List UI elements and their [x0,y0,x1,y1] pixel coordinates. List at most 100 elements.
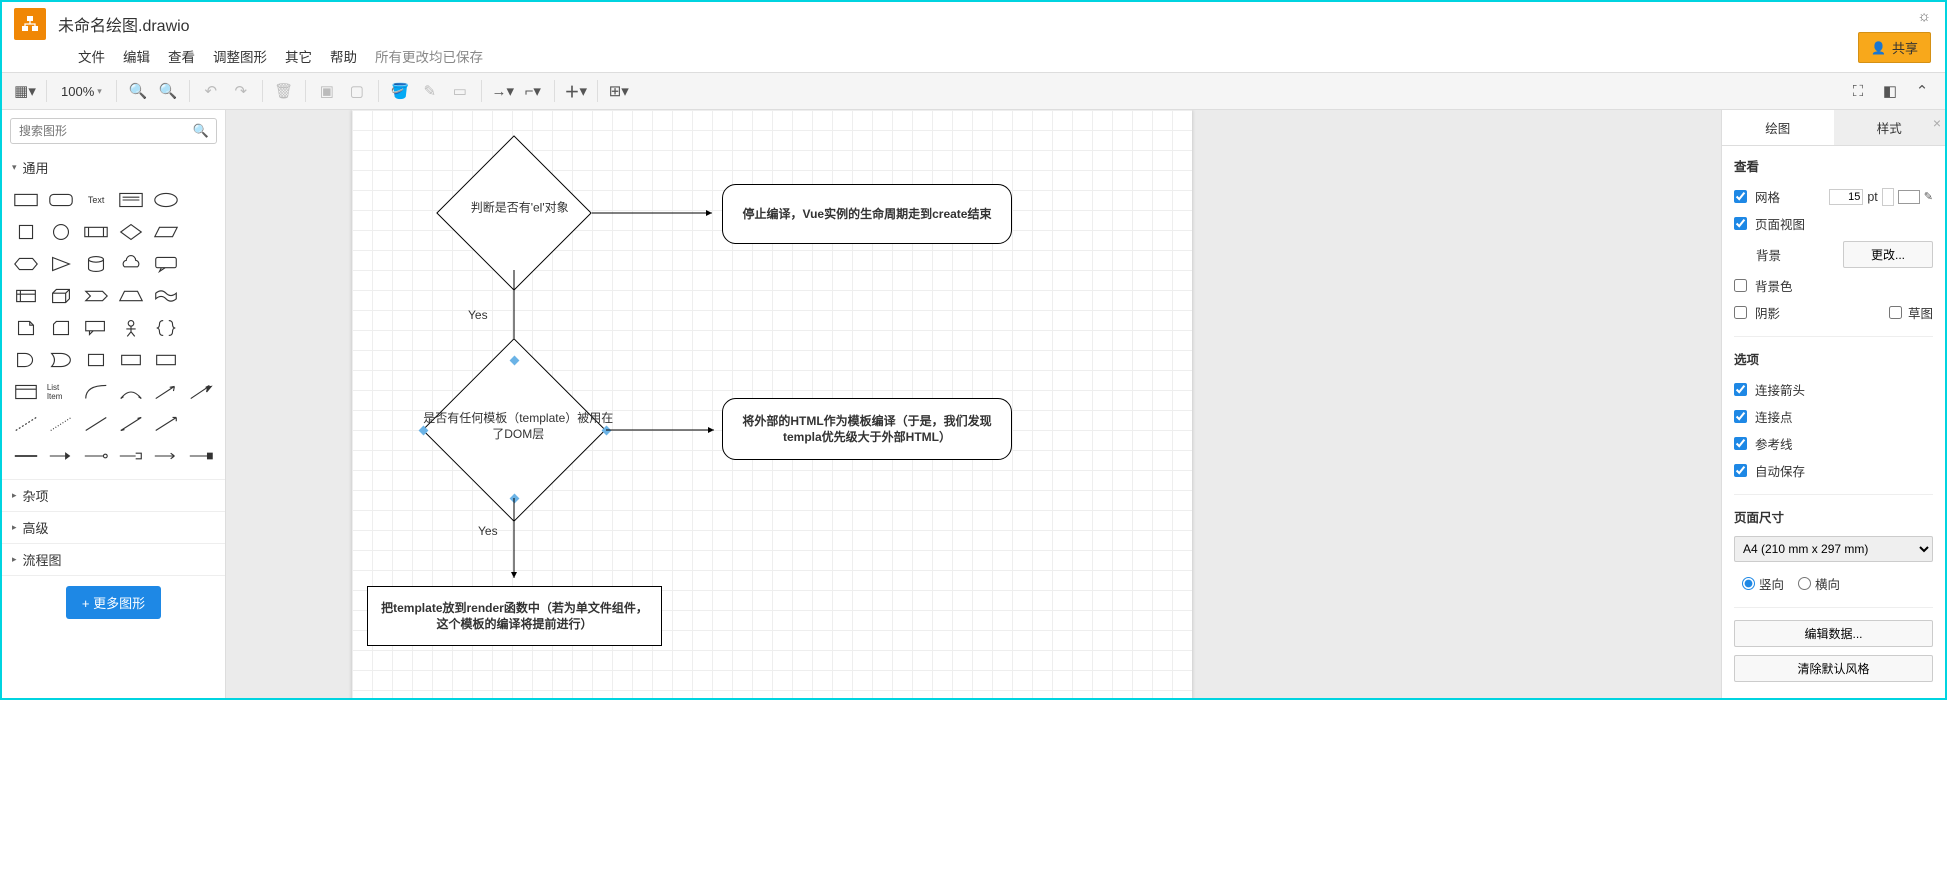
collapse-icon[interactable]: ⌃ [1909,78,1935,104]
shape-rect2[interactable] [117,347,146,373]
shape-bidir-curve[interactable] [117,379,146,405]
palette-advanced[interactable]: 高级 [2,512,225,543]
shape-diamond[interactable] [117,219,146,245]
shape-card[interactable] [47,315,76,341]
fullscreen-icon[interactable]: ⛶ [1845,78,1871,104]
shape-line[interactable] [82,411,111,437]
shape-curly[interactable] [151,315,180,341]
palette-misc[interactable]: 杂项 [2,480,225,511]
shape-conn2[interactable] [117,443,146,469]
landscape-radio[interactable] [1798,577,1811,590]
shape-conn4[interactable] [186,443,215,469]
redo-icon[interactable]: ↷ [228,78,254,104]
shape-process[interactable] [82,219,111,245]
share-button[interactable]: 共享 [1858,32,1931,63]
shape-list[interactable] [12,379,41,405]
shape-or[interactable] [47,347,76,373]
shape-blank5[interactable] [186,315,215,341]
format-panel-icon[interactable]: ◧ [1877,78,1903,104]
menu-file[interactable]: 文件 [78,46,105,66]
more-shapes-button[interactable]: 更多图形 [66,586,161,619]
fill-color-icon[interactable]: 🪣 [387,78,413,104]
shape-tape[interactable] [151,283,180,309]
shape-rect[interactable] [12,187,41,213]
canvas[interactable]: 判断是否有'el'对象 停止编译，Vue实例的生命周期走到create结束 Ye… [226,110,1721,698]
insert-icon[interactable]: ＋▾ [563,78,589,104]
autosave-checkbox[interactable] [1734,464,1747,477]
shape-dashline[interactable] [12,411,41,437]
shape-cloud[interactable] [117,251,146,277]
menu-extras[interactable]: 其它 [285,46,312,66]
shape-and[interactable] [12,347,41,373]
diamond-el-check[interactable]: 判断是否有'el'对象 [436,135,592,291]
to-front-icon[interactable]: ▣ [314,78,340,104]
pagesize-select[interactable]: A4 (210 mm x 297 mm) [1734,536,1933,562]
shape-note[interactable] [12,315,41,341]
change-bg-button[interactable]: 更改... [1843,241,1933,268]
shape-conn3[interactable] [151,443,180,469]
search-icon[interactable]: 🔍 [193,123,209,139]
grid-checkbox[interactable] [1734,190,1747,203]
shape-blank6[interactable] [186,347,215,373]
edit-data-button[interactable]: 编辑数据... [1734,620,1933,647]
shape-dotline[interactable] [47,411,76,437]
menu-view[interactable]: 查看 [168,46,195,66]
tab-diagram[interactable]: 绘图 [1722,110,1834,145]
shape-roundrect[interactable] [47,187,76,213]
shape-callout[interactable] [151,251,180,277]
theme-icon[interactable]: ☼ [1917,8,1931,25]
shape-hexagon[interactable] [12,251,41,277]
delete-icon[interactable]: 🗑 [271,78,297,104]
grid-size-input[interactable] [1829,189,1863,205]
shape-thickarrow[interactable] [186,379,215,405]
shape-callout2[interactable] [82,315,111,341]
round-stop-compile[interactable]: 停止编译，Vue实例的生命周期走到create结束 [722,184,1012,244]
shape-curve[interactable] [82,379,111,405]
shape-cylinder[interactable] [82,251,111,277]
conn-arrows-checkbox[interactable] [1734,383,1747,396]
page[interactable]: 判断是否有'el'对象 停止编译，Vue实例的生命周期走到create结束 Ye… [352,110,1192,698]
guides-checkbox[interactable] [1734,437,1747,450]
shape-hline[interactable] [12,443,41,469]
shape-circle[interactable] [47,219,76,245]
document-title[interactable]: 未命名绘图.drawio [58,12,190,36]
to-back-icon[interactable]: ▢ [344,78,370,104]
shape-listitem[interactable]: List Item [47,379,76,405]
shape-blank7[interactable] [186,411,215,437]
shadow-checkbox[interactable] [1734,306,1747,319]
round-html-compile[interactable]: 将外部的HTML作为模板编译（于是，我们发现templa优先级大于外部HTML） [722,398,1012,460]
menu-arrange[interactable]: 调整图形 [213,46,267,66]
table-icon[interactable]: ⊞▾ [606,78,632,104]
conn-points-checkbox[interactable] [1734,410,1747,423]
shape-internal[interactable] [12,283,41,309]
menu-help[interactable]: 帮助 [330,46,357,66]
search-input[interactable] [10,118,217,144]
line-color-icon[interactable]: ✎ [417,78,443,104]
shape-actor[interactable] [117,315,146,341]
palette-general[interactable]: 通用 [2,152,225,183]
pageview-checkbox[interactable] [1734,217,1747,230]
shape-parallelogram[interactable] [151,219,180,245]
shape-trapezoid[interactable] [117,283,146,309]
shape-text[interactable]: Text [82,187,111,213]
waypoints-icon[interactable]: ⌐▾ [520,78,546,104]
shape-step[interactable] [82,283,111,309]
close-panel-icon[interactable]: × [1933,115,1941,131]
bgcolor-checkbox[interactable] [1734,279,1747,292]
grid-color-edit-icon[interactable]: ✎ [1924,190,1933,203]
shape-cube[interactable] [47,283,76,309]
shape-arrow[interactable] [151,379,180,405]
shape-blank[interactable] [186,187,215,213]
shape-textbox[interactable] [117,187,146,213]
shape-blank2[interactable] [186,219,215,245]
shape-ellipse[interactable] [151,187,180,213]
menu-edit[interactable]: 编辑 [123,46,150,66]
tab-style[interactable]: 样式 [1834,110,1946,145]
view-dropdown[interactable]: ▦▾ [12,78,38,104]
zoom-out-icon[interactable]: 🔍 [155,78,181,104]
palette-flowchart[interactable]: 流程图 [2,544,225,575]
portrait-radio[interactable] [1742,577,1755,590]
shape-blank4[interactable] [186,283,215,309]
shape-triangle[interactable] [47,251,76,277]
shape-dirline[interactable] [151,411,180,437]
